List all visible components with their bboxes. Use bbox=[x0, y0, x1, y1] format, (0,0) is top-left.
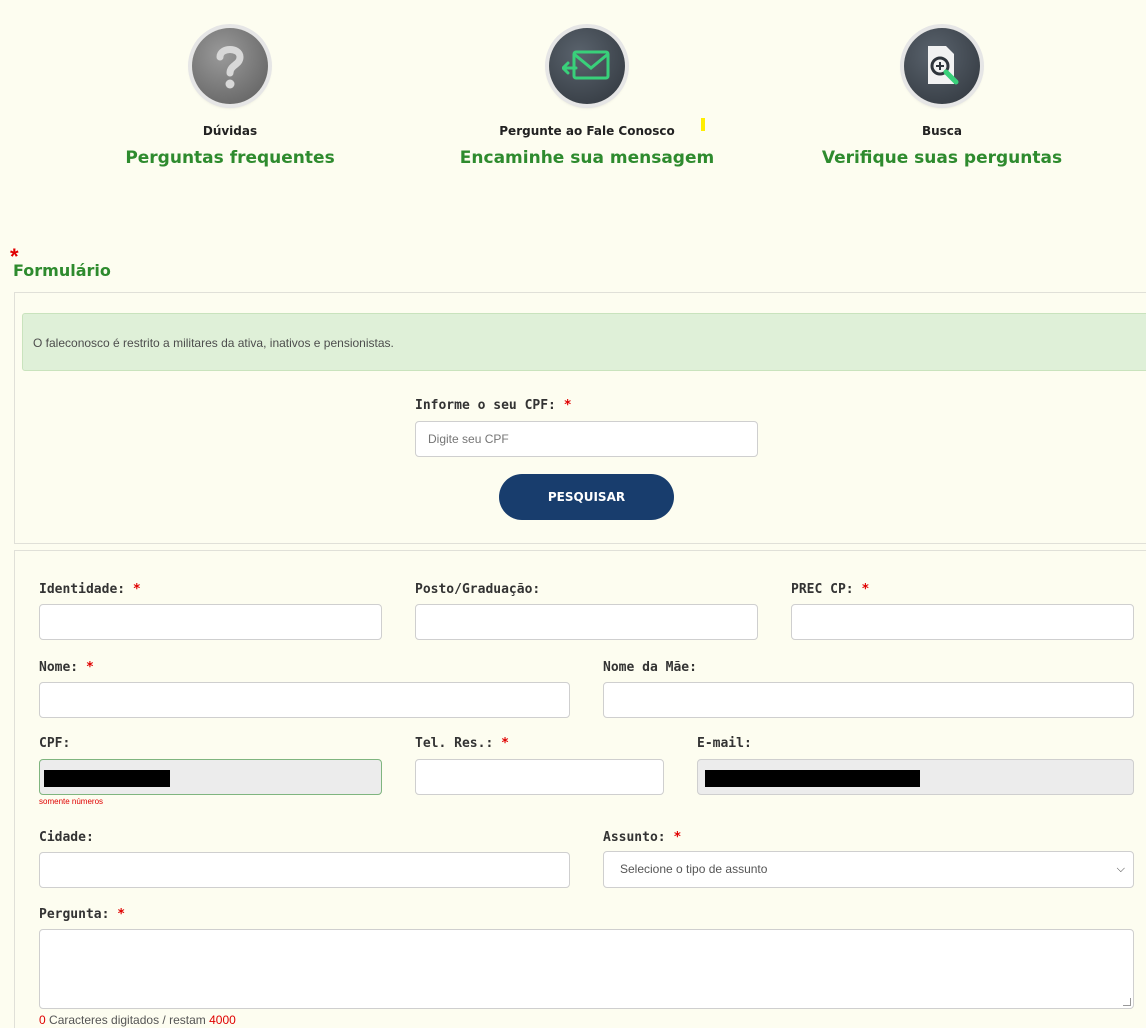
nome-input[interactable] bbox=[39, 682, 570, 718]
cpf-search-input[interactable] bbox=[415, 421, 758, 457]
assunto-label: Assunto: * bbox=[603, 830, 681, 845]
tile-busca[interactable]: Busca Verifique suas perguntas bbox=[792, 28, 1092, 168]
character-counter: 0 Caracteres digitados / restam 4000 bbox=[39, 1013, 236, 1027]
highlight-mark bbox=[701, 118, 705, 131]
tile-duvidas-caption: Dúvidas bbox=[202, 124, 258, 138]
chevron-down-icon: ⌵ bbox=[1116, 863, 1125, 875]
required-marker: * bbox=[132, 582, 141, 597]
assunto-selected-value: Selecione o tipo de assunto bbox=[620, 862, 768, 876]
tile-duvidas[interactable]: Dúvidas Perguntas frequentes bbox=[80, 28, 380, 168]
nome-label: Nome: * bbox=[39, 660, 94, 675]
pergunta-textarea[interactable] bbox=[39, 929, 1134, 1009]
pesquisar-button[interactable]: PESQUISAR bbox=[499, 474, 674, 520]
assunto-select[interactable]: Selecione o tipo de assunto ⌵ bbox=[603, 851, 1134, 888]
email-label: E-mail: bbox=[697, 736, 752, 751]
identidade-input[interactable] bbox=[39, 604, 382, 640]
posto-label: Posto/Graduação: bbox=[415, 582, 541, 597]
required-marker: * bbox=[563, 398, 572, 413]
question-icon[interactable] bbox=[192, 28, 268, 104]
cpf-search-label-text: Informe o seu CPF: bbox=[415, 398, 556, 413]
required-marker: * bbox=[117, 907, 126, 922]
cpf-hint: somente números bbox=[39, 797, 104, 806]
assunto-label-text: Assunto: bbox=[603, 830, 666, 845]
cpf-label: CPF: bbox=[39, 736, 71, 751]
prec-input[interactable] bbox=[791, 604, 1134, 640]
nome-label-text: Nome: bbox=[39, 660, 79, 675]
pergunta-label-text: Pergunta: bbox=[39, 907, 110, 922]
required-marker: * bbox=[85, 660, 94, 675]
redacted-block bbox=[44, 770, 170, 787]
resize-handle[interactable] bbox=[1123, 998, 1131, 1006]
tel-input[interactable] bbox=[415, 759, 664, 795]
cidade-label: Cidade: bbox=[39, 830, 94, 845]
envelope-icon[interactable] bbox=[549, 28, 625, 104]
counter-text: Caracteres digitados / restam bbox=[45, 1013, 210, 1027]
info-alert: O faleconosco é restrito a militares da … bbox=[22, 313, 1146, 371]
tel-label: Tel. Res.: * bbox=[415, 736, 509, 751]
required-marker: * bbox=[861, 582, 870, 597]
tile-fale-conosco-caption: Pergunte ao Fale Conosco bbox=[499, 124, 675, 138]
remaining-count: 4000 bbox=[209, 1013, 236, 1027]
prec-label: PREC CP: * bbox=[791, 582, 869, 597]
prec-label-text: PREC CP: bbox=[791, 582, 854, 597]
nome-mae-input[interactable] bbox=[603, 682, 1134, 718]
tile-fale-conosco[interactable]: Pergunte ao Fale Conosco Encaminhe sua m… bbox=[437, 28, 737, 168]
quick-links: Dúvidas Perguntas frequentes Pergunte ao… bbox=[0, 0, 1146, 190]
tile-duvidas-link[interactable]: Perguntas frequentes bbox=[80, 148, 380, 168]
nome-mae-label: Nome da Mãe: bbox=[603, 660, 697, 675]
posto-input[interactable] bbox=[415, 604, 758, 640]
redacted-block bbox=[705, 770, 920, 787]
tel-label-text: Tel. Res.: bbox=[415, 736, 494, 751]
required-marker: * bbox=[501, 736, 509, 751]
pergunta-label: Pergunta: * bbox=[39, 907, 125, 922]
tile-busca-caption: Busca bbox=[921, 124, 963, 138]
required-marker: * bbox=[673, 830, 682, 845]
identidade-label-text: Identidade: bbox=[39, 582, 126, 597]
cpf-search-label: Informe o seu CPF: * bbox=[415, 398, 572, 413]
document-search-icon[interactable] bbox=[904, 28, 980, 104]
tile-fale-conosco-link[interactable]: Encaminhe sua mensagem bbox=[437, 148, 737, 168]
tile-busca-link[interactable]: Verifique suas perguntas bbox=[792, 148, 1092, 168]
identidade-label: Identidade: * bbox=[39, 582, 141, 597]
form-title: Formulário bbox=[13, 261, 111, 280]
typed-count: 0 bbox=[39, 1013, 46, 1027]
cidade-input[interactable] bbox=[39, 852, 570, 888]
